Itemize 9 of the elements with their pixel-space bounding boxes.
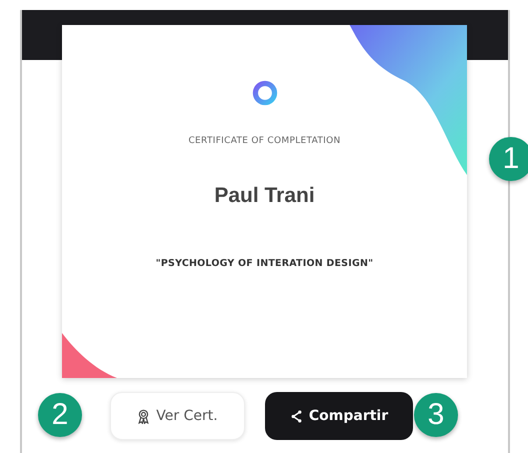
view-certificate-button[interactable]: Ver Cert. — [110, 392, 245, 440]
logo-icon — [252, 80, 278, 106]
share-icon — [290, 408, 303, 424]
award-icon — [137, 408, 150, 424]
wave-decoration — [62, 333, 117, 378]
recipient-name: Paul Trani — [214, 184, 315, 208]
course-title: "PSYCHOLOGY OF INTERATION DESIGN" — [156, 258, 374, 269]
certificate-heading: CERTIFICATE OF COMPLETATION — [188, 136, 341, 146]
share-button[interactable]: Compartir — [265, 392, 413, 440]
